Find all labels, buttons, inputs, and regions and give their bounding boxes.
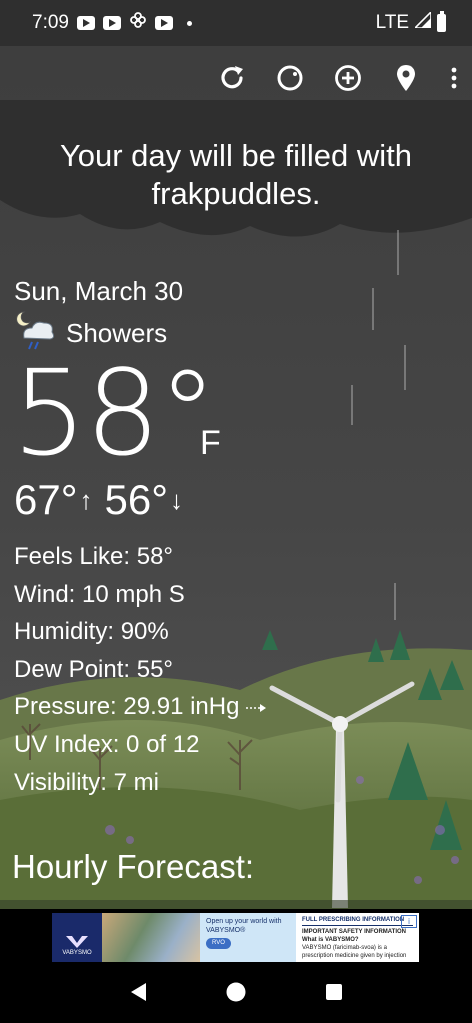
add-location-icon[interactable] [332, 58, 364, 98]
high-low: 67° ↑ 56° ↓ [14, 476, 195, 524]
theme-icon[interactable] [274, 58, 306, 98]
hourly-forecast-title: Hourly Forecast: [12, 848, 255, 885]
humidity: Humidity: 90% [14, 618, 169, 646]
status-bar: 7:09 LTE [0, 0, 472, 46]
location-pin-icon[interactable] [390, 58, 422, 98]
ad-mid-text: Open up your world with VABYSMO® [206, 918, 282, 934]
navigation-bar [0, 966, 472, 1023]
feels-like: Feels Like: 58° [14, 543, 174, 570]
high-temperature: 67° [14, 476, 78, 523]
arrow-down-icon: ↓ [170, 484, 184, 515]
youtube-notification-icon [154, 16, 173, 30]
ad-photo [102, 913, 200, 962]
ad-question: What is VABYSMO? [302, 937, 359, 943]
pressure-row: Pressure: 29.91 inHg [14, 688, 267, 726]
ad-cta-button[interactable]: RVO [206, 938, 231, 949]
network-label: LTE [375, 12, 409, 33]
uv-index: UV Index: 0 of 12 [14, 730, 200, 758]
ad-brand: VABYSMO [62, 950, 92, 956]
youtube-notification-icon [76, 16, 95, 30]
status-time: 7:09 [32, 12, 69, 33]
ad-banner-area: VABYSMO Open up your world with VABYSMO®… [0, 909, 472, 966]
ad-info-icon[interactable]: i [401, 915, 417, 928]
pressure-trend-arrow-icon [245, 688, 267, 726]
ad-brand-logo: VABYSMO [52, 913, 102, 962]
more-notifications-dot [186, 20, 192, 26]
signal-icon [413, 10, 432, 34]
battery-icon [437, 11, 446, 32]
weather-headline: Your day will be filled with frakpuddles… [59, 138, 413, 211]
ad-banner[interactable]: VABYSMO Open up your world with VABYSMO®… [52, 913, 419, 962]
temperature-unit: F [200, 424, 221, 462]
back-icon[interactable] [128, 981, 148, 1008]
more-vert-icon[interactable] [448, 58, 460, 98]
ad-body: VABYSMO (faricimab-svoa) is a prescripti… [302, 945, 407, 959]
pressure: Pressure: 29.91 inHg [14, 693, 240, 721]
visibility: Visibility: 7 mi [14, 768, 159, 796]
toolbar [216, 58, 460, 98]
ad-prescribing-link[interactable]: FULL PRESCRIBING INFORMATION [302, 916, 413, 926]
current-temperature: 58° [12, 344, 217, 482]
ad-subtitle: IMPORTANT SAFETY INFORMATION [302, 929, 406, 935]
forecast-date: Sun, March 30 [14, 276, 184, 306]
ad-message: Open up your world with VABYSMO® RVO [200, 913, 296, 962]
youtube-notification-icon [102, 16, 121, 30]
recents-icon[interactable] [324, 982, 344, 1007]
dew-point: Dew Point: 55° [14, 655, 174, 683]
wind: Wind: 10 mph S [14, 580, 185, 608]
weather-details: Feels Like: 58° Wind: 10 mph S Humidity:… [14, 538, 267, 801]
ad-safety-info: FULL PRESCRIBING INFORMATION IMPORTANT S… [296, 913, 419, 962]
home-icon[interactable] [225, 981, 247, 1008]
pinwheel-notification-icon [129, 11, 147, 35]
refresh-icon[interactable] [216, 58, 248, 98]
arrow-up-icon: ↑ [79, 484, 93, 515]
low-temperature: 56° [104, 476, 169, 523]
